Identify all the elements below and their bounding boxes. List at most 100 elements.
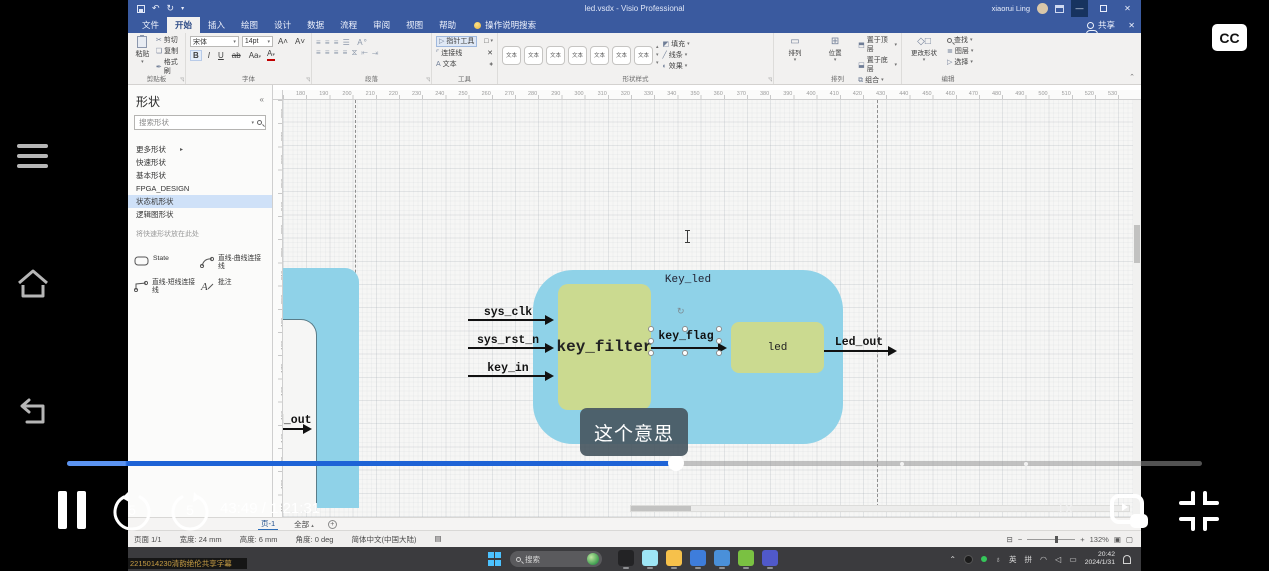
shape-style-thumb[interactable]: 文本 (590, 46, 609, 65)
shape-style-thumb[interactable]: 文本 (524, 46, 543, 65)
font-name-select[interactable]: 宋体▾ (190, 36, 239, 47)
stencil-curve-connector[interactable]: 直线-曲线连接线 (198, 251, 264, 275)
page-tab[interactable]: 页-1 (258, 518, 278, 531)
tab-插入[interactable]: 插入 (200, 17, 233, 33)
bring-to-front-button[interactable]: ⬒置于顶层▾ (858, 36, 897, 54)
dialog-launcher-icon[interactable]: ◹ (306, 77, 310, 83)
playback-speed-button[interactable]: 1x (1056, 500, 1073, 518)
dialog-launcher-icon[interactable]: ◹ (426, 77, 430, 83)
shape-category-更多形状[interactable]: 更多形状▸ (128, 143, 272, 156)
horizontal-scrollbar[interactable] (630, 505, 1130, 512)
selection-handle[interactable] (648, 326, 654, 332)
qq-tray-icon[interactable] (964, 555, 973, 564)
dialog-launcher-icon[interactable]: ◹ (768, 77, 772, 83)
tab-流程[interactable]: 流程 (332, 17, 365, 33)
italic-button[interactable]: I (206, 51, 212, 60)
font-size-select[interactable]: 14pt▾ (242, 36, 273, 47)
shape-category-状态机形状[interactable]: 状态机形状 (128, 195, 272, 208)
zoom-slider[interactable] (1027, 539, 1075, 540)
grow-font-icon[interactable]: A˄ (276, 37, 290, 46)
bold-button[interactable]: B (190, 50, 202, 61)
fullscreen-icon[interactable]: ▢ (1126, 535, 1133, 544)
notifications-icon[interactable] (1123, 555, 1131, 563)
layers-button[interactable]: ≣图层▾ (947, 47, 973, 56)
selection-handle[interactable] (648, 338, 654, 344)
selection-handle[interactable] (648, 350, 654, 356)
shape-category-基本形状[interactable]: 基本形状 (128, 169, 272, 182)
selection-handle[interactable] (716, 326, 722, 332)
restore-button[interactable] (1095, 0, 1112, 17)
save-icon[interactable] (137, 5, 145, 13)
selection-handle[interactable] (682, 350, 688, 356)
tab-设计[interactable]: 设计 (266, 17, 299, 33)
keyfilter-block[interactable]: key_filter (558, 284, 651, 410)
document-close-icon[interactable]: ✕ (1128, 17, 1135, 33)
collapse-ribbon-icon[interactable]: ⌃ (1129, 73, 1135, 81)
selection-handle[interactable] (716, 338, 722, 344)
shape-style-thumb[interactable]: 文本 (502, 46, 521, 65)
rotation-handle-icon[interactable]: ↻ (677, 306, 685, 317)
status-page[interactable]: 页面 1/1 (134, 534, 162, 545)
shape-category-快速形状[interactable]: 快速形状 (128, 156, 272, 169)
microphone-icon[interactable]: ♁ (995, 555, 1001, 564)
fit-window-icon[interactable]: ▣ (1114, 535, 1121, 544)
tab-视图[interactable]: 视图 (398, 17, 431, 33)
tab-帮助[interactable]: 帮助 (431, 17, 464, 33)
send-to-back-button[interactable]: ⬓置于底层▾ (858, 56, 897, 74)
tab-数据[interactable]: 数据 (299, 17, 332, 33)
vertical-scrollbar[interactable] (1133, 100, 1141, 517)
shrink-font-icon[interactable]: A˅ (293, 37, 307, 46)
tell-me-search[interactable]: 操作说明搜索 (474, 17, 536, 33)
back-icon[interactable] (17, 396, 51, 428)
zoom-percent[interactable]: 132% (1090, 535, 1109, 544)
menu-icon[interactable] (17, 144, 48, 174)
add-page-button[interactable]: + (328, 520, 337, 529)
all-pages-tab[interactable]: 全部 ▴ (294, 519, 314, 530)
tab-审阅[interactable]: 审阅 (365, 17, 398, 33)
picture-in-picture-icon[interactable] (1108, 492, 1152, 532)
change-case-button[interactable]: Aa▾ (247, 51, 263, 60)
start-button[interactable] (488, 552, 502, 566)
keyflag-label[interactable]: key_flag (654, 330, 718, 343)
zoom-out-icon[interactable]: − (1018, 535, 1022, 544)
panel-collapse-icon[interactable]: « (260, 95, 264, 104)
tab-文件[interactable]: 文件 (134, 17, 167, 33)
find-button[interactable]: 查找▾ (947, 36, 973, 45)
wifi-icon[interactable]: ◠ (1040, 555, 1047, 564)
pinned-app-dark-icon[interactable] (618, 550, 634, 568)
pinned-app-people-icon[interactable] (714, 550, 730, 568)
led-block[interactable]: led (731, 322, 824, 373)
minimize-button[interactable]: — (1071, 0, 1088, 17)
connection-point-icon[interactable]: ✕ (487, 49, 493, 58)
text-tool-button[interactable]: A文本 (436, 60, 457, 69)
rectangle-tool-icon[interactable]: □▾ (484, 37, 493, 46)
shape-style-thumb[interactable]: 文本 (546, 46, 565, 65)
file-explorer-icon[interactable] (666, 550, 682, 568)
taskbar-clock[interactable]: 20:42 2024/1/31 (1085, 551, 1115, 567)
align-buttons-row2[interactable]: ≡ ≡ ≡ ≡ ⧖ ⇤ ⇥ (316, 48, 427, 58)
align-buttons-row1[interactable]: ≡ ≡ ≡ ☰ A° (316, 38, 427, 48)
microsoft-edge-icon[interactable] (642, 550, 658, 568)
ribbon-display-options-icon[interactable] (1055, 5, 1064, 13)
shape-style-thumb[interactable]: 文本 (634, 46, 653, 65)
stencil-annotation[interactable]: A批注 (198, 275, 264, 299)
avatar[interactable] (1037, 3, 1048, 14)
exit-fullscreen-icon[interactable] (1176, 489, 1222, 533)
copy-button[interactable]: ❏复制 (156, 47, 181, 56)
home-icon[interactable] (15, 266, 51, 302)
zoom-in-icon[interactable]: + (1080, 535, 1084, 544)
excel-icon[interactable] (738, 550, 754, 568)
rewind-5-button[interactable]: 5 (111, 490, 153, 532)
font-color-button[interactable]: A▾ (267, 50, 275, 61)
pinned-app-blue-icon[interactable] (690, 550, 706, 568)
macro-icon[interactable]: ▤ (434, 534, 441, 545)
wechat-tray-icon[interactable] (981, 556, 987, 562)
forward-5-button[interactable]: 5 (169, 490, 211, 532)
close-button[interactable]: ✕ (1119, 0, 1136, 17)
volume-icon[interactable]: ◁ (1055, 555, 1061, 564)
search-dropdown-icon[interactable]: ▾ (251, 120, 254, 126)
effects-button[interactable]: ◐效果▾ (663, 62, 690, 71)
shape-category-FPGA_DESIGN[interactable]: FPGA_DESIGN (128, 182, 272, 195)
ime-english[interactable]: 英 (1009, 554, 1017, 565)
search-icon[interactable] (257, 120, 262, 125)
